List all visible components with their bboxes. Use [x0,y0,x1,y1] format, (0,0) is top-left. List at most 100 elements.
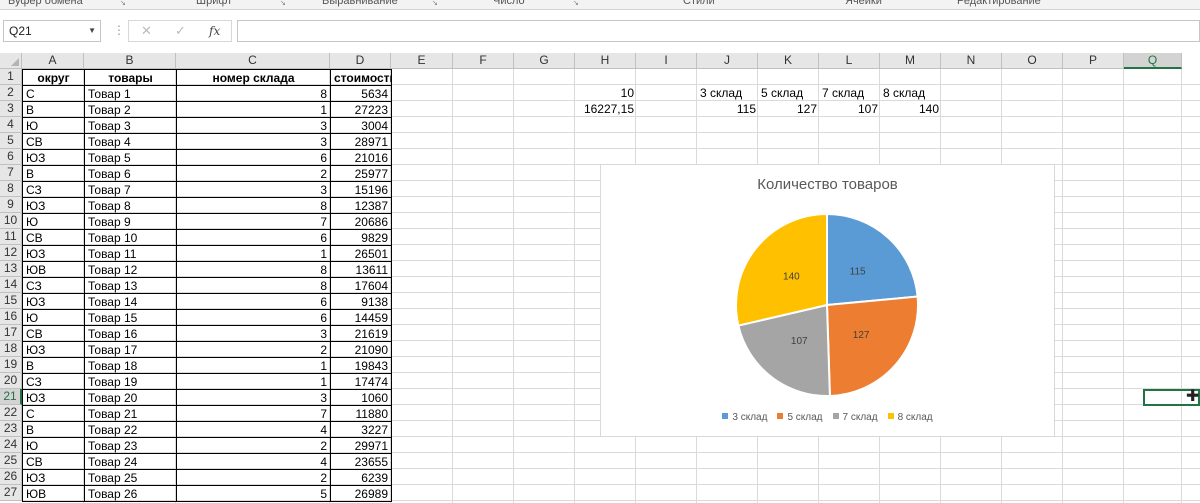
column-header-e[interactable]: E [391,53,453,69]
table-cell[interactable]: Товар 16 [84,325,177,342]
row-header-6[interactable]: 6 [0,149,22,165]
table-cell[interactable]: Ю [22,437,85,454]
pie-chart[interactable]: Количество товаров 115 127 107 140 3 склад 5… [600,164,1055,437]
column-header-o[interactable]: O [1002,53,1063,69]
table-cell[interactable]: 3 [176,389,331,406]
row-header-25[interactable]: 25 [0,453,22,469]
enter-icon[interactable]: ✓ [175,21,186,41]
column-header-b[interactable]: B [84,53,176,69]
table-cell[interactable]: СВ [22,453,85,470]
table-cell[interactable]: 1060 [330,389,392,406]
row-header-14[interactable]: 14 [0,277,22,293]
cell-m2[interactable]: 8 склад [880,85,942,102]
table-cell[interactable]: В [22,421,85,438]
cell-h3[interactable]: 16227,15 [575,101,637,118]
table-cell[interactable]: 7 [176,405,331,422]
formula-input[interactable] [237,20,1200,42]
table-cell[interactable]: Товар 21 [84,405,177,422]
dialog-launcher-icon[interactable]: ↘ [120,0,126,7]
row-header-19[interactable]: 19 [0,357,22,373]
table-cell[interactable]: 4 [176,453,331,470]
row-header-8[interactable]: 8 [0,181,22,197]
table-cell[interactable]: 8 [176,261,331,278]
table-cell[interactable]: Товар 6 [84,165,177,182]
column-header-h[interactable]: H [575,53,636,69]
pie-slice-4[interactable] [735,212,828,327]
table-cell[interactable]: 21619 [330,325,392,342]
column-header-d[interactable]: D [330,53,391,69]
table-cell[interactable]: Товар 17 [84,341,177,358]
cell-l3[interactable]: 107 [819,101,881,118]
table-cell[interactable]: Товар 19 [84,373,177,390]
table-cell[interactable]: 5 [176,485,331,502]
cell-j2[interactable]: 3 склад [697,85,759,102]
row-header-4[interactable]: 4 [0,117,22,133]
table-cell[interactable]: 8 [176,197,331,214]
table-cell[interactable]: 26989 [330,485,392,502]
column-header-i[interactable]: I [636,53,697,69]
table-cell[interactable]: 6 [176,293,331,310]
table-cell[interactable]: Ю [22,117,85,134]
table-cell[interactable]: 1 [176,245,331,262]
column-header-j[interactable]: J [697,53,758,69]
table-cell[interactable]: ЮЗ [22,469,85,486]
row-header-23[interactable]: 23 [0,421,22,437]
table-cell[interactable]: 2 [176,469,331,486]
row-header-5[interactable]: 5 [0,133,22,149]
table-cell[interactable]: 21090 [330,341,392,358]
column-header-f[interactable]: F [453,53,514,69]
row-header-27[interactable]: 27 [0,485,22,501]
table-cell[interactable]: 3 [176,133,331,150]
table-cell[interactable]: 6 [176,229,331,246]
table-cell[interactable]: 2 [176,341,331,358]
table-cell[interactable]: Товар 13 [84,277,177,294]
table-cell[interactable]: Товар 14 [84,293,177,310]
table-cell[interactable]: СЗ [22,277,85,294]
table-cell[interactable]: ЮВ [22,261,85,278]
select-all-button[interactable] [0,53,22,69]
table-cell[interactable]: Товар 8 [84,197,177,214]
table-cell[interactable]: В [22,357,85,374]
table-cell[interactable]: 6239 [330,469,392,486]
table-cell[interactable]: ЮЗ [22,389,85,406]
table-header-cell[interactable]: товары [84,69,177,86]
column-header-q[interactable]: Q [1124,53,1182,69]
table-cell[interactable]: Товар 23 [84,437,177,454]
table-cell[interactable]: 7 [176,213,331,230]
table-cell[interactable]: ЮЗ [22,293,85,310]
column-header-l[interactable]: L [819,53,880,69]
table-cell[interactable]: В [22,165,85,182]
table-cell[interactable]: Товар 20 [84,389,177,406]
dialog-launcher-icon[interactable]: ↘ [432,0,438,7]
table-cell[interactable]: 23655 [330,453,392,470]
name-box[interactable]: Q21 ▼ [3,20,101,42]
cell-h2[interactable]: 10 [575,85,637,102]
table-cell[interactable]: 1 [176,357,331,374]
column-header-k[interactable]: K [758,53,819,69]
table-cell[interactable]: 9138 [330,293,392,310]
worksheet-grid[interactable]: ABCDEFGHIJKLMNOPQ 1 2 3 4 5 6 7 8 9 10 11 12 13 14 15 1… [0,53,1200,503]
table-cell[interactable]: 3227 [330,421,392,438]
table-cell[interactable]: Товар 22 [84,421,177,438]
chevron-down-icon[interactable]: ▼ [88,21,96,41]
table-header-cell[interactable]: округ [22,69,85,86]
table-cell[interactable]: С [22,405,85,422]
table-cell[interactable]: 14459 [330,309,392,326]
table-cell[interactable]: 3 [176,181,331,198]
cell-k2[interactable]: 5 склад [758,85,820,102]
table-cell[interactable]: 6 [176,309,331,326]
dialog-launcher-icon[interactable]: ↘ [280,0,286,7]
table-cell[interactable]: Товар 9 [84,213,177,230]
table-cell[interactable]: 20686 [330,213,392,230]
table-cell[interactable]: ЮЗ [22,341,85,358]
table-cell[interactable]: 9829 [330,229,392,246]
pie-slice-1[interactable] [826,212,919,307]
cancel-icon[interactable]: ✕ [141,21,152,41]
table-cell[interactable]: 17474 [330,373,392,390]
table-cell[interactable]: Товар 11 [84,245,177,262]
table-cell[interactable]: 15196 [330,181,392,198]
table-cell[interactable]: 3004 [330,117,392,134]
table-cell[interactable]: СВ [22,133,85,150]
row-header-3[interactable]: 3 [0,101,22,117]
table-cell[interactable]: 2 [176,165,331,182]
